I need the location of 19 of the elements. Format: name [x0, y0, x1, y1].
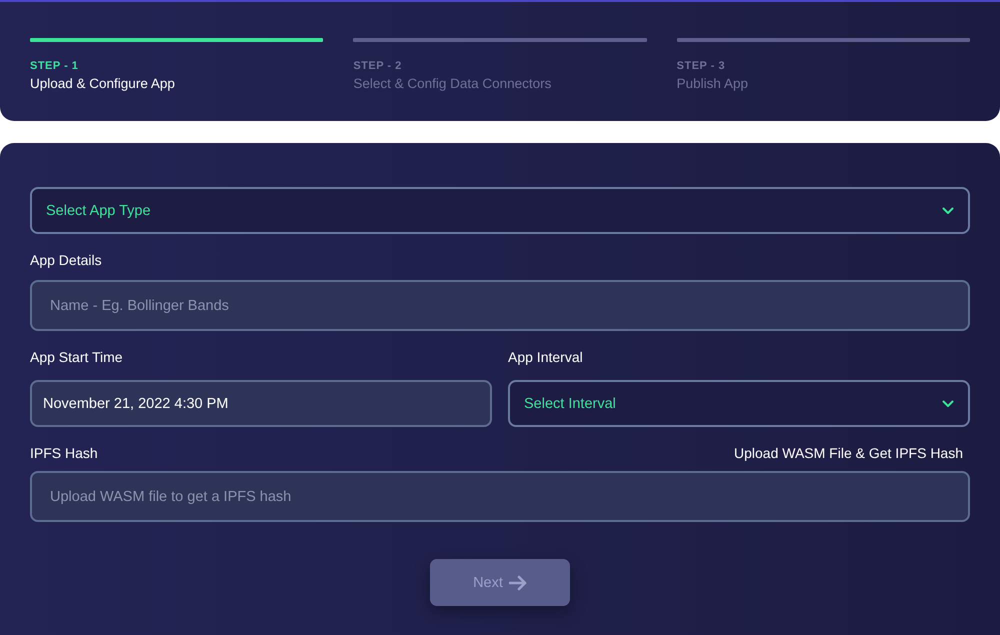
field-label: App Details: [30, 252, 102, 268]
chevron-down-icon: [942, 400, 954, 408]
step-title: Publish App: [676, 76, 748, 91]
upload-wasm-link[interactable]: Upload WASM File & Get IPFS Hash: [734, 445, 963, 461]
field-label: App Interval: [508, 349, 583, 365]
start-time-field[interactable]: November 21, 2022 4:30 PM: [30, 380, 492, 427]
app-type-dropdown[interactable]: Select App Type: [30, 187, 970, 234]
ipfs-hash-field[interactable]: Upload WASM file to get a IPFS hash: [30, 471, 970, 522]
chevron-down-icon: [942, 206, 954, 214]
step-number: STEP - 2: [353, 60, 402, 72]
step-title: Select & Config Data Connectors: [353, 76, 552, 91]
interval-dropdown[interactable]: Select Interval: [508, 380, 970, 427]
field-label: IPFS Hash: [30, 445, 98, 461]
step-number: STEP - 1: [30, 60, 78, 72]
field-label: App Start Time: [30, 349, 123, 365]
arrow-right-icon: [508, 574, 527, 590]
app-name-field[interactable]: Name - Eg. Bollinger Bands: [30, 280, 970, 331]
step-title: Upload & Configure App: [30, 76, 175, 91]
step-number: STEP - 3: [676, 60, 726, 72]
